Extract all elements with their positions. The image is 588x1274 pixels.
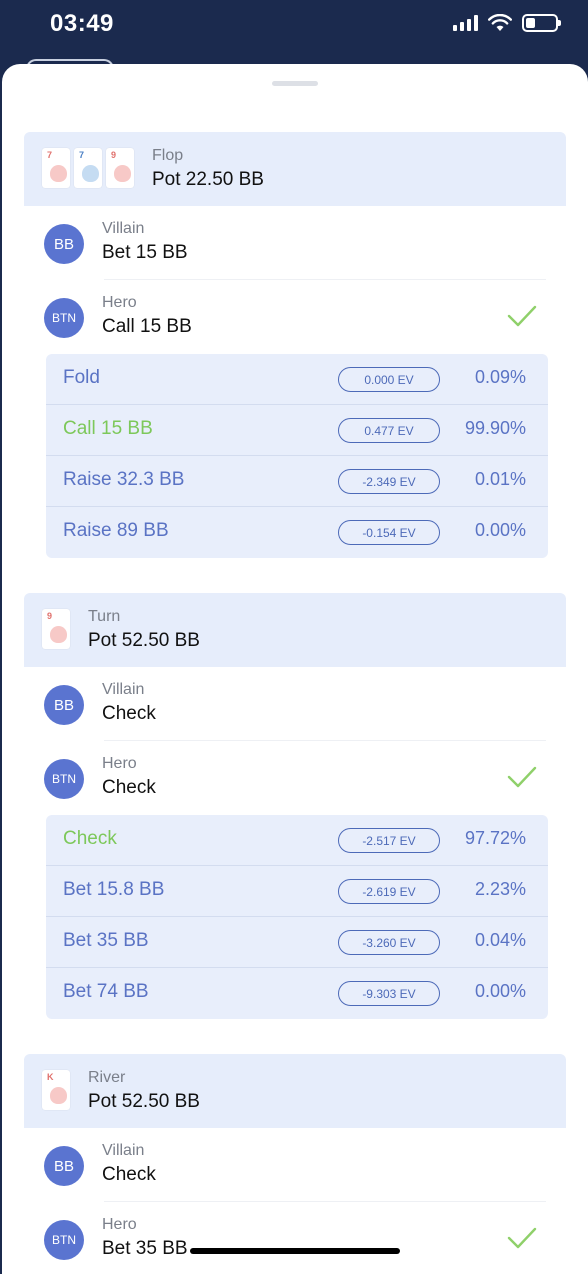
player-action: Call 15 BB xyxy=(102,316,192,337)
player-role: Hero xyxy=(102,294,137,311)
pot-size: Pot 52.50 BB xyxy=(88,630,200,651)
bottom-sheet[interactable]: 7 7 9 Flop Pot 22.50 BB BB Villain Bet 1… xyxy=(2,64,588,1274)
board-cards: 7 7 9 xyxy=(42,148,134,188)
option-label: Call 15 BB xyxy=(63,418,153,439)
option-label: Bet 74 BB xyxy=(63,981,149,1002)
action-row-hero[interactable]: BTN Hero Check xyxy=(24,741,566,815)
frequency: 2.23% xyxy=(474,879,526,899)
ev-badge: 0.477 EV xyxy=(338,418,440,443)
option-row[interactable]: Raise 32.3 BB -2.349 EV 0.01% xyxy=(46,456,548,507)
street-header-flop: 7 7 9 Flop Pot 22.50 BB xyxy=(24,132,566,206)
player-action: Check xyxy=(102,777,156,798)
cellular-signal-icon xyxy=(453,15,478,31)
ev-badge: -0.154 EV xyxy=(338,520,440,545)
strategy-options-turn: Check -2.517 EV 97.72% Bet 15.8 BB -2.61… xyxy=(46,815,548,1019)
option-row[interactable]: Raise 89 BB -0.154 EV 0.00% xyxy=(46,507,548,558)
status-time: 03:49 xyxy=(50,10,114,37)
battery-icon xyxy=(522,14,561,32)
action-row-hero[interactable]: BTN Hero Call 15 BB xyxy=(24,280,566,354)
avatar: BTN xyxy=(44,298,84,338)
option-label: Bet 35 BB xyxy=(63,930,149,951)
sheet-grabber-handle[interactable] xyxy=(272,81,318,86)
wifi-icon xyxy=(488,14,512,31)
street-name: Flop xyxy=(152,147,184,164)
player-role: Hero xyxy=(102,755,137,772)
street-name: River xyxy=(88,1069,126,1086)
option-row[interactable]: Check -2.517 EV 97.72% xyxy=(46,815,548,866)
board-card: K xyxy=(42,1070,70,1110)
option-label: Raise 32.3 BB xyxy=(63,469,185,490)
player-action: Bet 15 BB xyxy=(102,242,188,263)
home-indicator[interactable] xyxy=(190,1248,400,1254)
frequency: 0.01% xyxy=(474,469,526,489)
option-label: Check xyxy=(63,828,117,849)
player-role: Villain xyxy=(102,1142,145,1159)
board-card: 7 xyxy=(74,148,102,188)
ev-badge: -3.260 EV xyxy=(338,930,440,955)
frequency: 0.09% xyxy=(474,367,526,387)
board-cards: K xyxy=(42,1070,70,1110)
player-action: Bet 35 BB xyxy=(102,1238,188,1259)
status-icons xyxy=(453,14,561,32)
player-action: Check xyxy=(102,1164,156,1185)
avatar: BB xyxy=(44,1146,84,1186)
option-row[interactable]: Bet 74 BB -9.303 EV 0.00% xyxy=(46,968,548,1019)
option-label: Raise 89 BB xyxy=(63,520,169,541)
pot-size: Pot 52.50 BB xyxy=(88,1091,200,1112)
action-row-villain[interactable]: BB Villain Check xyxy=(24,1128,566,1202)
ev-badge: -2.517 EV xyxy=(338,828,440,853)
option-row[interactable]: Bet 15.8 BB -2.619 EV 2.23% xyxy=(46,866,548,917)
avatar: BTN xyxy=(44,759,84,799)
frequency: 0.04% xyxy=(474,930,526,950)
action-row-villain[interactable]: BB Villain Bet 15 BB xyxy=(24,206,566,280)
ev-badge: 0.000 EV xyxy=(338,367,440,392)
avatar: BB xyxy=(44,685,84,725)
board-card: 9 xyxy=(106,148,134,188)
board-card: 7 xyxy=(42,148,70,188)
board-card: 9 xyxy=(42,609,70,649)
action-row-villain[interactable]: BB Villain Check xyxy=(24,667,566,741)
frequency: 97.72% xyxy=(464,828,526,848)
option-row[interactable]: Bet 35 BB -3.260 EV 0.04% xyxy=(46,917,548,968)
street-header-turn: 9 Turn Pot 52.50 BB xyxy=(24,593,566,667)
checkmark-icon xyxy=(507,766,537,788)
street-header-river: K River Pot 52.50 BB xyxy=(24,1054,566,1128)
player-role: Villain xyxy=(102,681,145,698)
street-name: Turn xyxy=(88,608,121,625)
pot-size: Pot 22.50 BB xyxy=(152,169,264,190)
option-row[interactable]: Call 15 BB 0.477 EV 99.90% xyxy=(46,405,548,456)
player-role: Hero xyxy=(102,1216,137,1233)
option-label: Fold xyxy=(63,367,100,388)
action-row-hero[interactable]: BTN Hero Bet 35 BB xyxy=(24,1202,566,1274)
option-label: Bet 15.8 BB xyxy=(63,879,165,900)
frequency: 99.90% xyxy=(464,418,526,438)
strategy-options-flop: Fold 0.000 EV 0.09% Call 15 BB 0.477 EV … xyxy=(46,354,548,558)
status-bar: 03:49 xyxy=(0,0,588,60)
frequency: 0.00% xyxy=(474,520,526,540)
ev-badge: -2.619 EV xyxy=(338,879,440,904)
avatar: BB xyxy=(44,224,84,264)
option-row[interactable]: Fold 0.000 EV 0.09% xyxy=(46,354,548,405)
player-action: Check xyxy=(102,703,156,724)
player-role: Villain xyxy=(102,220,145,237)
checkmark-icon xyxy=(507,305,537,327)
board-cards: 9 xyxy=(42,609,70,649)
ev-badge: -2.349 EV xyxy=(338,469,440,494)
checkmark-icon xyxy=(507,1227,537,1249)
ev-badge: -9.303 EV xyxy=(338,981,440,1006)
frequency: 0.00% xyxy=(474,981,526,1001)
avatar: BTN xyxy=(44,1220,84,1260)
